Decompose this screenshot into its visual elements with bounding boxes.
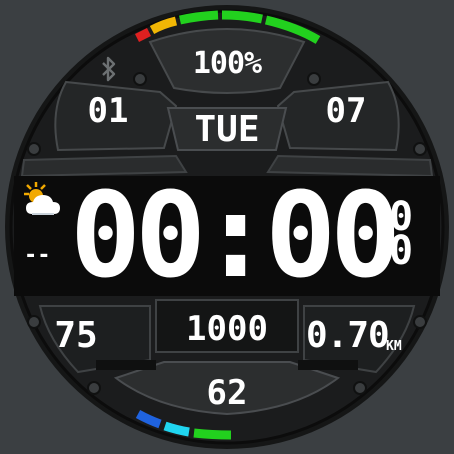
screw <box>27 142 41 156</box>
time-display: 00:00 <box>70 166 401 304</box>
battery-percent: 100% <box>192 46 262 81</box>
connector-left <box>96 360 156 370</box>
seconds-display: 0 0 <box>388 197 414 274</box>
screw <box>353 381 367 395</box>
weekday-label: TUE <box>194 109 260 150</box>
bluetooth-icon <box>102 56 116 82</box>
steps-value: 1000 <box>186 309 268 349</box>
distance-unit: KM <box>386 339 402 354</box>
distance-value: 0.70 <box>306 315 390 356</box>
bottom-bar-green <box>193 428 232 440</box>
battery-bar-green-2 <box>221 10 263 24</box>
battery-bar-green-1 <box>179 10 219 25</box>
connector-right <box>298 360 358 370</box>
screw <box>413 142 427 156</box>
bottom-complication-value: 62 <box>206 373 248 413</box>
month-number: 01 <box>87 91 129 131</box>
heart-rate-value: 75 <box>54 315 98 356</box>
screw <box>87 381 101 395</box>
temperature-value: -- <box>24 243 51 268</box>
partly-cloudy-sun-icon <box>24 182 60 215</box>
day-number: 07 <box>325 91 367 131</box>
screw <box>133 72 147 86</box>
battery-bar-red <box>134 27 152 43</box>
screw <box>27 315 41 329</box>
bottom-bar-cyan <box>163 421 190 437</box>
screw <box>307 72 321 86</box>
screw <box>413 315 427 329</box>
seconds-ones: 0 <box>388 228 414 274</box>
